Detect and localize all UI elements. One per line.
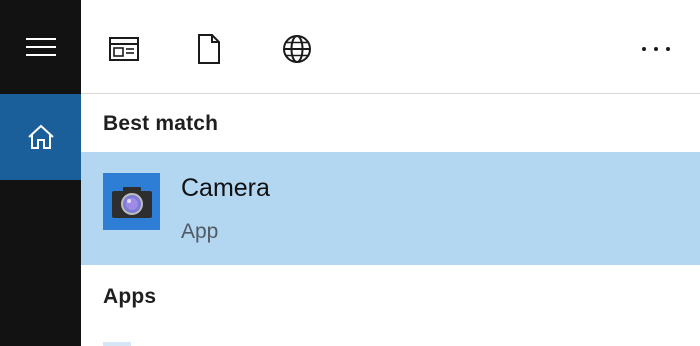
more-options-button[interactable] [634,27,678,71]
more-icon [642,47,670,51]
left-rail [0,0,81,346]
camera-app-tile [103,173,160,230]
apps-heading: Apps [103,285,157,308]
home-button[interactable] [0,94,81,180]
apps-filter-button[interactable] [102,27,146,71]
home-icon [27,124,54,149]
web-filter-icon [283,35,311,63]
documents-filter-icon [198,34,220,64]
result-name: Camera [181,174,270,202]
best-match-heading: Best match [103,112,219,135]
best-match-result[interactable]: Camera App [81,152,700,265]
result-type: App [181,220,219,243]
hamburger-icon [25,38,56,56]
search-panel: Best match Camera App Apps [81,0,700,346]
apps-filter-icon [109,37,139,61]
app-list-item-partial[interactable] [103,342,131,346]
filter-toolbar [81,0,700,94]
camera-icon [111,186,152,218]
menu-button[interactable] [0,0,81,94]
web-filter-button[interactable] [275,27,319,71]
documents-filter-button[interactable] [187,27,231,71]
